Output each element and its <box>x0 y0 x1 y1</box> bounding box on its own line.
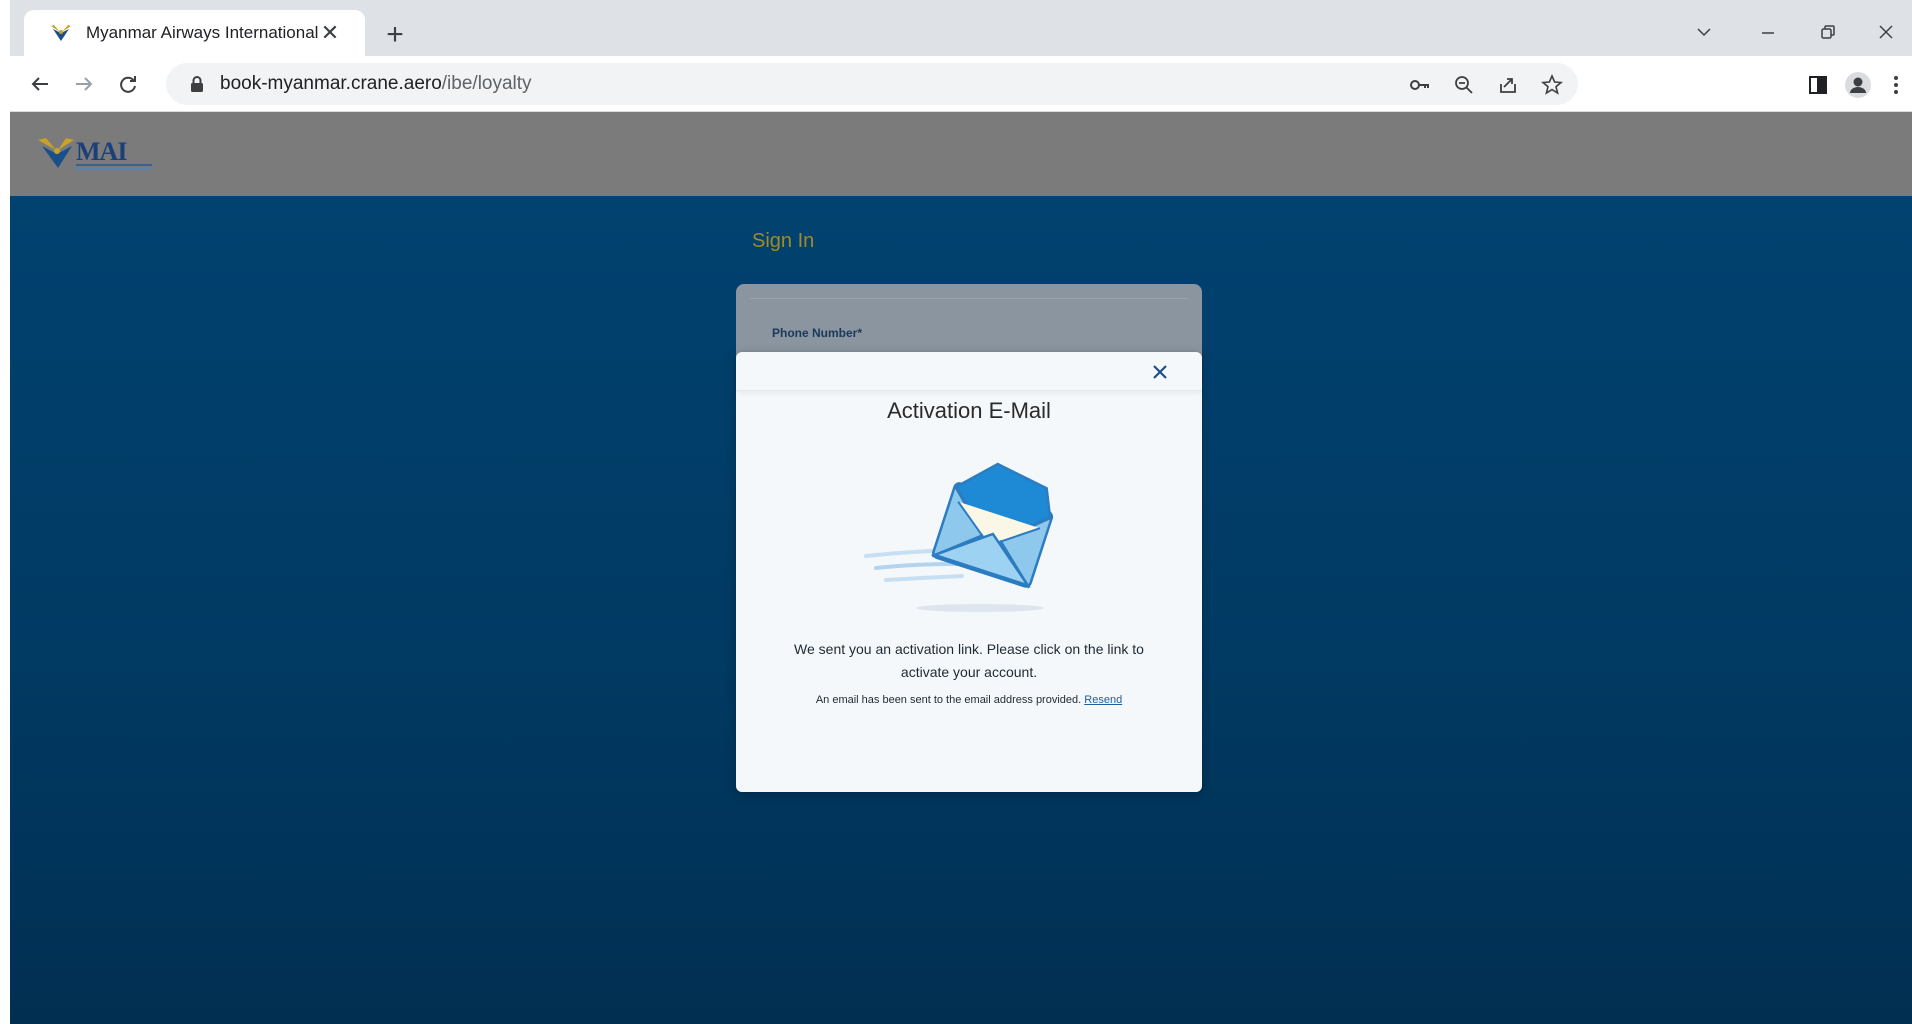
reload-icon[interactable] <box>112 68 144 100</box>
modal-header <box>736 352 1202 391</box>
browser-toolbar: book-myanmar.crane.aero/ibe/loyalty <box>10 56 1912 112</box>
tab-favicon-icon <box>50 22 72 44</box>
modal-message: We sent you an activation link. Please c… <box>794 641 1144 680</box>
modal-note: An email has been sent to the email addr… <box>815 694 1082 706</box>
resend-link[interactable]: Resend <box>1084 694 1122 706</box>
close-tab-icon[interactable]: ✕ <box>317 20 343 46</box>
back-icon[interactable] <box>24 68 56 100</box>
close-window-icon[interactable] <box>1866 14 1906 50</box>
logo-text: MAI <box>76 137 127 166</box>
tab-strip: Myanmar Airways International ✕ + <box>10 0 1912 56</box>
url-path: /ibe/loyalty <box>441 73 532 94</box>
site-header: MAI <box>10 112 1912 196</box>
signin-title: Sign In <box>752 230 815 252</box>
minimize-icon[interactable] <box>1748 14 1788 50</box>
chevron-down-icon[interactable] <box>1684 14 1724 50</box>
url-host: book-myanmar.crane.aero <box>220 73 442 94</box>
key-icon[interactable] <box>1408 73 1432 97</box>
modal-note-row: An email has been sent to the email addr… <box>736 694 1202 706</box>
star-icon[interactable] <box>1540 73 1564 97</box>
close-icon[interactable] <box>1148 360 1172 384</box>
lock-icon[interactable] <box>188 75 206 93</box>
tab-title: Myanmar Airways International <box>86 23 319 42</box>
card-divider <box>750 298 1188 299</box>
window-edge <box>0 0 10 1024</box>
address-bar[interactable]: book-myanmar.crane.aero/ibe/loyalty <box>166 63 1578 105</box>
envelope-icon <box>862 460 1078 620</box>
sidepanel-icon[interactable] <box>1804 71 1832 99</box>
zoom-icon[interactable] <box>1452 73 1476 97</box>
profile-icon[interactable] <box>1844 71 1872 99</box>
url-text[interactable]: book-myanmar.crane.aero/ibe/loyalty <box>220 73 532 95</box>
restore-icon[interactable] <box>1808 14 1848 50</box>
phone-number-label: Phone Number* <box>772 326 863 340</box>
new-tab-icon[interactable]: + <box>378 18 412 52</box>
modal-title: Activation E-Mail <box>887 398 1051 423</box>
share-icon[interactable] <box>1496 73 1520 97</box>
browser-tab[interactable]: Myanmar Airways International ✕ <box>24 10 365 56</box>
mai-logo[interactable]: MAI <box>36 132 156 176</box>
forward-icon[interactable] <box>68 68 100 100</box>
web-page: MAI Sign In Phone Number* Activation E-M… <box>10 112 1912 1024</box>
menu-icon[interactable] <box>1882 71 1910 99</box>
activation-email-modal: Activation E-Mail We sent you an activat… <box>736 352 1202 792</box>
